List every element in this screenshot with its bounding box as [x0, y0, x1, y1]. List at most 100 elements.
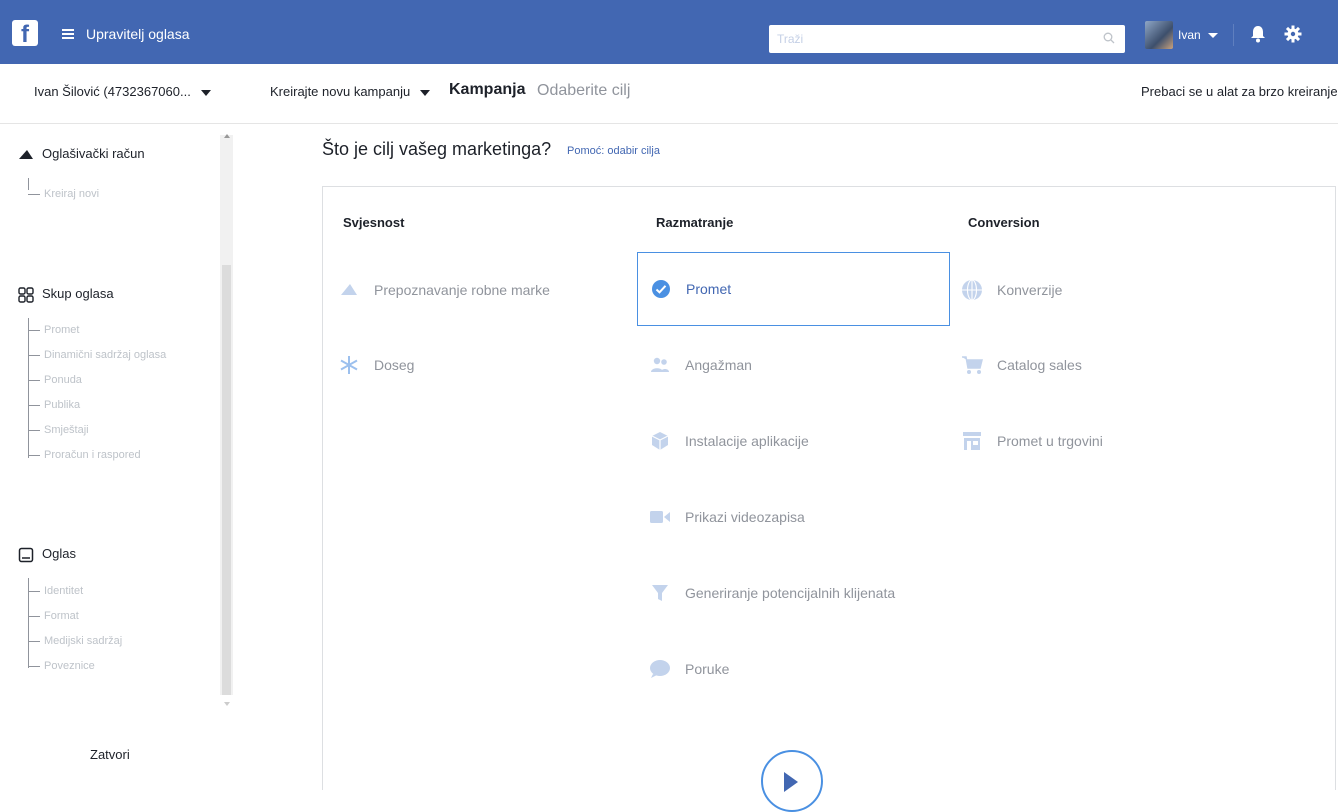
tree-branch — [28, 454, 40, 456]
sidebar-subitem-create-new[interactable]: Kreiraj novi — [28, 188, 99, 200]
tree-branch — [28, 329, 40, 331]
sidebar-subitem[interactable]: Dinamični sadržaj oglasa — [28, 349, 166, 361]
sidebar-subitem-label: Medijski sadržaj — [44, 635, 123, 647]
top-navigation-bar: f Upravitelj oglasa Ivan — [0, 0, 1338, 64]
column-heading-consideration: Razmatranje — [656, 215, 734, 230]
objective-label: Prikazi videozapisa — [685, 509, 805, 525]
sidebar-subitem-label: Publika — [44, 399, 81, 411]
objective-video-views[interactable]: Prikazi videozapisa — [649, 480, 939, 554]
store-icon — [963, 432, 981, 450]
sidebar-item-label: Oglas — [42, 546, 76, 561]
tree-branch — [28, 429, 40, 431]
chevron-down-icon[interactable] — [1208, 33, 1218, 38]
breadcrumb-campaign: Kampanja — [449, 81, 526, 98]
create-campaign-dropdown[interactable]: Kreirajte novu kampanju — [270, 84, 431, 99]
objective-label: Prepoznavanje robne marke — [374, 282, 550, 298]
sidebar-subitem[interactable]: Format — [28, 610, 79, 622]
tree-line — [28, 318, 29, 458]
sidebar-subitem-label: Proračun i raspored — [44, 449, 141, 461]
create-campaign-label: Kreirajte novu kampanju — [270, 84, 411, 99]
objective-lead-generation[interactable]: Generiranje potencijalnih klijenata — [649, 556, 939, 630]
tree-branch — [28, 590, 40, 592]
people-icon — [651, 357, 669, 372]
megaphone-icon — [341, 284, 357, 295]
globe-icon — [962, 279, 982, 301]
gear-icon[interactable] — [1284, 25, 1302, 43]
sidebar-item-ad-account[interactable]: Oglašivački račun — [18, 146, 145, 163]
sidebar-subitem-label: Promet — [44, 324, 80, 336]
user-name[interactable]: Ivan — [1178, 28, 1201, 42]
sidebar-subitem[interactable]: Medijski sadržaj — [28, 635, 122, 647]
objective-label: Instalacije aplikacije — [685, 433, 809, 449]
facebook-logo-icon[interactable]: f — [12, 20, 38, 46]
account-selector[interactable]: Ivan Šilović (4732367060... — [34, 84, 211, 99]
search-box[interactable] — [769, 25, 1125, 53]
page-title: Što je cilj vašeg marketinga? — [322, 139, 552, 159]
sidebar-subitem[interactable]: Publika — [28, 399, 80, 411]
sidebar-item-ad[interactable]: Oglas — [18, 546, 76, 563]
sidebar-subitem-label: Kreiraj novi — [44, 188, 100, 200]
cart-icon — [962, 356, 983, 374]
sidebar-item-label: Oglašivački račun — [42, 146, 145, 161]
column-heading-awareness: Svjesnost — [343, 215, 405, 230]
cube-icon — [651, 432, 669, 450]
hamburger-menu-icon[interactable] — [62, 29, 74, 39]
objective-label: Konverzije — [997, 282, 1063, 298]
avatar[interactable] — [1145, 21, 1173, 49]
objective-label: Promet u trgovini — [997, 433, 1103, 449]
objective-label: Poruke — [685, 661, 730, 677]
megaphone-icon — [19, 149, 33, 159]
sidebar-item-ad-set[interactable]: Skup oglasa — [18, 286, 114, 303]
sidebar-subitem[interactable]: Promet — [28, 324, 79, 336]
sidebar-subitem-label: Ponuda — [44, 374, 82, 386]
tree-branch — [28, 354, 40, 356]
sidebar-subitem-label: Dinamični sadržaj oglasa — [44, 349, 167, 361]
account-name: Ivan Šilović (4732367060... — [34, 84, 191, 99]
sidebar-subitem[interactable]: Proračun i raspored — [28, 449, 141, 461]
sidebar-subitem-label: Format — [44, 610, 79, 622]
bell-icon[interactable] — [1250, 25, 1266, 43]
objective-brand-awareness[interactable]: Prepoznavanje robne marke — [338, 253, 628, 327]
objective-app-installs[interactable]: Instalacije aplikacije — [649, 404, 939, 478]
sidebar-scrollbar-thumb[interactable] — [222, 265, 231, 695]
search-input[interactable] — [769, 25, 1089, 53]
sidebar-subitem[interactable]: Poveznice — [28, 660, 95, 672]
sidebar-item-label: Skup oglasa — [42, 286, 114, 301]
app-title[interactable]: Upravitelj oglasa — [86, 26, 190, 42]
play-arrow-icon — [784, 772, 798, 792]
tree-branch — [28, 193, 40, 195]
funnel-icon — [652, 585, 668, 601]
sidebar-subitem[interactable]: Identitet — [28, 585, 83, 597]
scroll-down-icon[interactable] — [224, 702, 230, 706]
objective-label: Doseg — [374, 357, 415, 373]
chat-icon — [650, 660, 670, 678]
objective-label: Angažman — [685, 357, 752, 373]
snowflake-icon — [340, 356, 358, 374]
objective-label: Catalog sales — [997, 357, 1082, 373]
close-sidebar-button[interactable]: Zatvori — [90, 747, 130, 762]
sidebar-subitem[interactable]: Smještaji — [28, 424, 89, 436]
objective-catalog-sales[interactable]: Catalog sales — [961, 328, 1251, 402]
search-icon[interactable] — [1103, 32, 1115, 44]
objective-traffic[interactable]: Promet — [637, 252, 950, 326]
ad-icon — [18, 547, 34, 562]
subheader: Ivan Šilović (4732367060... Kreirajte no… — [0, 64, 1338, 124]
chevron-down-icon — [200, 89, 211, 96]
switch-quick-creation-link[interactable]: Prebaci se u alat za brzo kreiranje — [1141, 84, 1338, 99]
tree-branch — [28, 665, 40, 667]
chevron-down-icon — [420, 89, 431, 96]
tree-branch — [28, 379, 40, 381]
objective-store-traffic[interactable]: Promet u trgovini — [961, 404, 1251, 478]
objective-messages[interactable]: Poruke — [649, 632, 939, 706]
sidebar-subitem[interactable]: Ponuda — [28, 374, 82, 386]
objective-conversions[interactable]: Konverzije — [961, 253, 1251, 327]
scroll-up-icon[interactable] — [224, 134, 230, 138]
tree-branch — [28, 404, 40, 406]
sidebar-subitem-label: Poveznice — [44, 660, 95, 672]
objective-engagement[interactable]: Angažman — [649, 328, 939, 402]
help-objective-link[interactable]: Pomoć: odabir cilja — [567, 145, 660, 157]
sidebar-subitem-label: Smještaji — [44, 424, 89, 436]
tree-branch — [28, 615, 40, 617]
sidebar-subitem-label: Identitet — [44, 585, 84, 597]
objective-reach[interactable]: Doseg — [338, 328, 628, 402]
